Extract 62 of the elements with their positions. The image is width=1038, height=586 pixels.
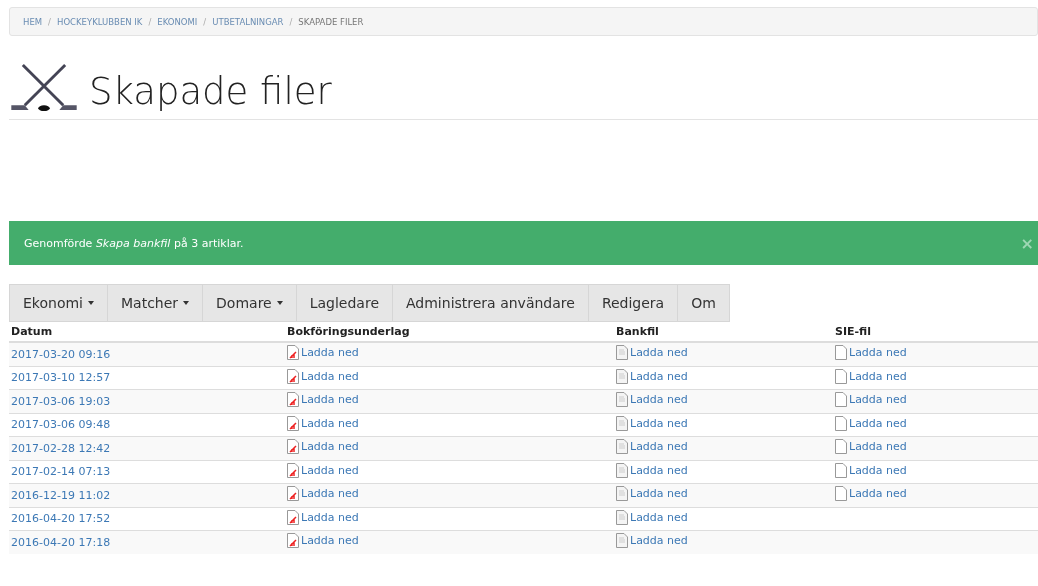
download-link[interactable]: Ladda ned <box>301 416 359 430</box>
download-link[interactable]: Ladda ned <box>630 393 688 407</box>
document-icon <box>616 509 628 525</box>
page-title: Skapade filer <box>89 73 332 110</box>
alert-message: Genomförde Skapa bankfil på 3 artiklar. <box>24 236 244 250</box>
hockey-sticks-icon <box>9 63 79 113</box>
download-link[interactable]: Ladda ned <box>301 510 359 524</box>
download-link[interactable]: Ladda ned <box>301 487 359 501</box>
download-link[interactable]: Ladda ned <box>630 369 688 383</box>
caret-icon <box>88 301 94 305</box>
breadcrumb-current: SKAPADE FILER <box>298 16 364 27</box>
breadcrumb-link[interactable]: UTBETALNINGAR <box>212 16 284 27</box>
download-link[interactable]: Ladda ned <box>849 369 907 383</box>
download-link[interactable]: Ladda ned <box>630 463 688 477</box>
download-link[interactable]: Ladda ned <box>849 393 907 407</box>
date-link[interactable]: 2017-03-06 09:48 <box>11 418 111 432</box>
caret-icon <box>183 301 190 305</box>
pdf-file-icon <box>287 509 299 525</box>
pdf-file-icon <box>287 462 299 478</box>
download-link[interactable]: Ladda ned <box>849 346 907 360</box>
menu-tab[interactable]: Redigera <box>588 284 679 322</box>
download-link[interactable]: Ladda ned <box>630 487 688 501</box>
menu-tab[interactable]: Ekonomi <box>9 284 108 322</box>
menu-tab[interactable]: Matcher <box>108 284 204 322</box>
breadcrumb-link[interactable]: EKONOMI <box>157 16 198 27</box>
breadcrumb-link[interactable]: HEM <box>23 16 43 27</box>
download-link[interactable]: Ladda ned <box>630 534 688 548</box>
menu-tab[interactable]: Lagledare <box>296 284 393 322</box>
breadcrumb-link[interactable]: HOCKEYKLUBBEN IK <box>57 16 143 27</box>
document-icon <box>616 462 628 478</box>
download-link[interactable]: Ladda ned <box>849 416 907 430</box>
menu-tab[interactable]: Om <box>678 284 730 322</box>
download-link[interactable]: Ladda ned <box>630 416 688 430</box>
download-link[interactable]: Ladda ned <box>301 463 359 477</box>
blank-file-icon <box>835 368 847 384</box>
date-link[interactable]: 2017-03-10 12:57 <box>11 371 111 385</box>
date-link[interactable]: 2017-02-14 07:13 <box>11 465 111 479</box>
breadcrumb-separator: / <box>203 16 207 27</box>
download-link[interactable]: Ladda ned <box>301 534 359 548</box>
download-link[interactable]: Ladda ned <box>301 440 359 454</box>
breadcrumb-separator: / <box>148 16 152 27</box>
menu-tab[interactable]: Administrera användare <box>393 284 589 322</box>
caret-icon <box>276 301 283 305</box>
date-link[interactable]: 2016-04-20 17:52 <box>11 512 111 526</box>
blank-file-icon <box>835 462 847 478</box>
pdf-file-icon <box>287 415 299 431</box>
download-link[interactable]: Ladda ned <box>849 463 907 477</box>
breadcrumb-separator: / <box>289 16 293 27</box>
download-link[interactable]: Ladda ned <box>630 510 688 524</box>
menu-tab[interactable]: Domare <box>203 284 297 322</box>
breadcrumb-separator: / <box>48 16 51 27</box>
blank-file-icon <box>835 415 847 431</box>
download-link[interactable]: Ladda ned <box>630 346 688 360</box>
download-link[interactable]: Ladda ned <box>301 346 359 360</box>
document-icon <box>616 368 628 384</box>
pdf-file-icon <box>287 368 299 384</box>
document-icon <box>616 415 628 431</box>
download-link[interactable]: Ladda ned <box>849 487 907 501</box>
download-link[interactable]: Ladda ned <box>849 440 907 454</box>
download-link[interactable]: Ladda ned <box>301 393 359 407</box>
download-link[interactable]: Ladda ned <box>301 369 359 383</box>
download-link[interactable]: Ladda ned <box>630 440 688 454</box>
